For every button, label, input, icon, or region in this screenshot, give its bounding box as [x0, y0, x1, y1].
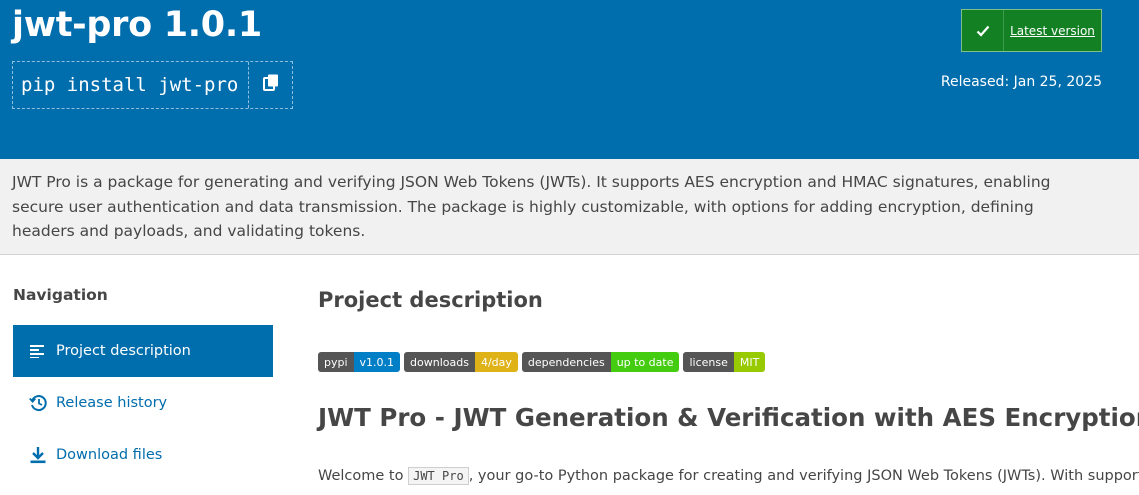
- readme-intro-before: Welcome to: [318, 468, 409, 484]
- pip-install-box: pip install jwt-pro: [12, 61, 293, 109]
- nav-item-label: Project description: [56, 343, 191, 359]
- latest-version-button[interactable]: Latest version: [961, 9, 1102, 52]
- readme-intro-code: JWT Pro: [408, 467, 469, 485]
- package-title: jwt-pro 1.0.1: [12, 5, 262, 45]
- pypi-badge[interactable]: pypi v1.0.1: [318, 352, 401, 372]
- nav-item-label: Download files: [56, 447, 163, 463]
- pip-install-command[interactable]: pip install jwt-pro: [13, 62, 248, 108]
- badge-label: license: [683, 352, 734, 372]
- nav-item-project-description[interactable]: Project description: [13, 325, 273, 377]
- download-icon: [29, 446, 47, 464]
- license-badge[interactable]: license MIT: [683, 352, 766, 372]
- check-icon: [962, 10, 1004, 51]
- nav-item-label: Release history: [56, 395, 168, 411]
- readme-intro: Welcome to JWT Pro, your go-to Python pa…: [318, 467, 1139, 485]
- badge-value: v1.0.1: [353, 352, 401, 372]
- dependencies-badge[interactable]: dependencies up to date: [521, 352, 680, 372]
- badge-value: 4/day: [474, 352, 518, 372]
- copy-icon: [262, 74, 279, 96]
- release-date: Released: Jan 25, 2025: [940, 74, 1102, 90]
- badge-value: MIT: [733, 352, 766, 372]
- badge-label: pypi: [318, 352, 354, 372]
- latest-version-label: Latest version: [1010, 23, 1095, 38]
- badge-label: downloads: [404, 352, 475, 372]
- navigation-heading: Navigation: [13, 286, 108, 304]
- navigation-list: Project description Release history Down…: [13, 325, 273, 481]
- downloads-badge[interactable]: downloads 4/day: [404, 352, 518, 372]
- nav-item-release-history[interactable]: Release history: [13, 377, 273, 429]
- package-summary: JWT Pro is a package for generating and …: [0, 159, 1139, 255]
- readme-title: JWT Pro - JWT Generation & Verification …: [318, 403, 1139, 432]
- badge-label: dependencies: [521, 352, 611, 372]
- project-description-heading: Project description: [318, 288, 543, 312]
- history-icon: [29, 394, 47, 412]
- copy-button[interactable]: [248, 62, 292, 108]
- readme-intro-after: , your go-to Python package for creating…: [468, 468, 1139, 484]
- summary-text: JWT Pro is a package for generating and …: [12, 173, 1051, 240]
- badge-row: pypi v1.0.1 downloads 4/day dependencies…: [318, 352, 766, 372]
- header-banner: jwt-pro 1.0.1 pip install jwt-pro Latest…: [0, 0, 1139, 159]
- align-left-icon: [29, 342, 47, 360]
- nav-item-download-files[interactable]: Download files: [13, 429, 273, 481]
- badge-value: up to date: [610, 352, 680, 372]
